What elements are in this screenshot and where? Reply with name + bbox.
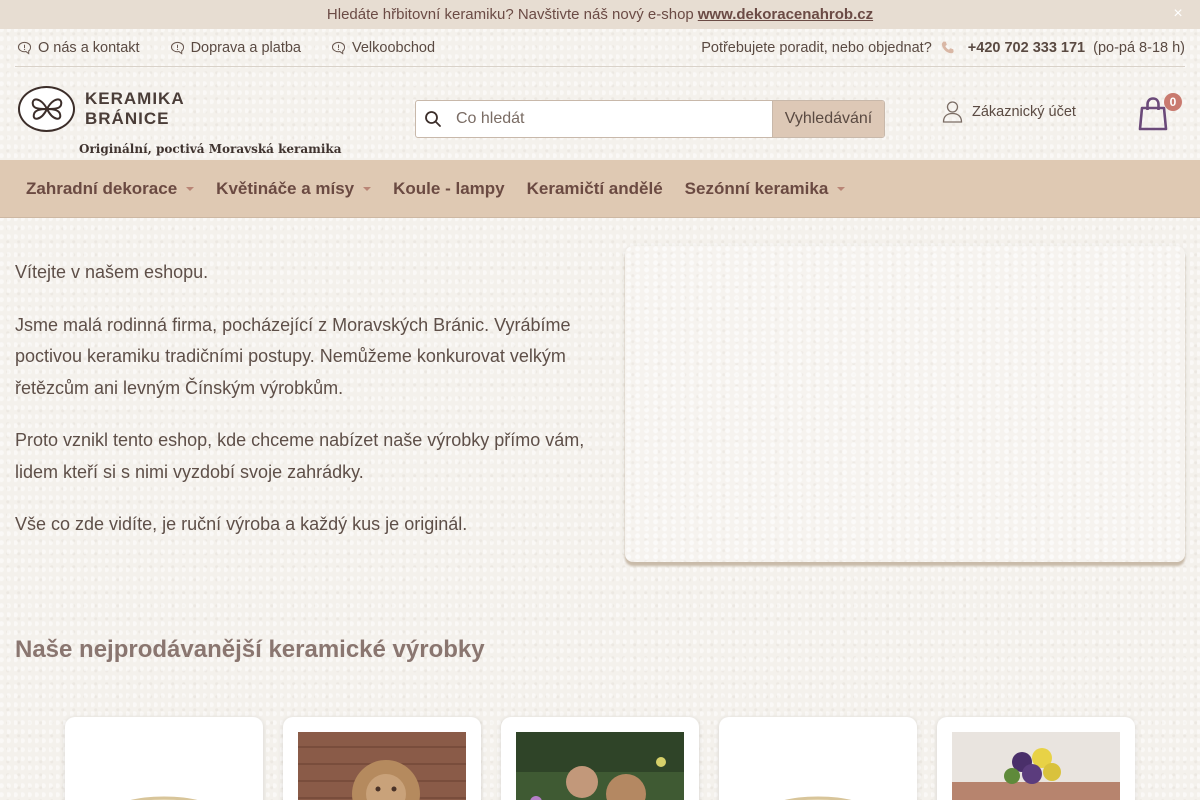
caret-down-icon xyxy=(837,186,846,191)
top-link-wholesale[interactable]: Velkoobchod xyxy=(331,40,435,56)
search-icon xyxy=(416,101,450,137)
speech-bubble-icon xyxy=(170,41,184,55)
nav-item-label: Sezónní keramika xyxy=(684,178,829,198)
logo-wordmark: KERAMIKA BRÁNICE xyxy=(85,89,185,129)
intro-paragraph: Proto vznikl tento eshop, kde chceme nab… xyxy=(15,430,585,482)
close-icon[interactable]: × xyxy=(1170,5,1186,23)
search-bar: Vyhledávání xyxy=(415,100,885,138)
caret-down-icon xyxy=(363,186,372,191)
top-link-about[interactable]: O nás a kontakt xyxy=(17,40,140,56)
nav-item-seasonal[interactable]: Sezónní keramika xyxy=(685,179,846,199)
top-info-bar: O nás a kontakt Doprava a platba Velkoob… xyxy=(15,29,1185,67)
product-card[interactable] xyxy=(501,717,699,800)
promo-text: Hledáte hřbitovní keramiku? Navštivte ná… xyxy=(326,6,694,23)
hero-banner xyxy=(625,246,1185,562)
main-navigation: Zahradní dekorace Květináče a mísy Koule… xyxy=(0,160,1200,218)
intro-paragraph: Vše co zde vidíte, je ruční výroba a kaž… xyxy=(15,514,468,534)
product-image xyxy=(516,732,684,800)
butterfly-logo-icon xyxy=(18,86,75,132)
speech-bubble-icon xyxy=(331,41,346,55)
top-link-shipping[interactable]: Doprava a platba xyxy=(170,40,301,56)
intro-paragraph: Jsme malá rodinná firma, pocházející z M… xyxy=(15,314,571,398)
bestsellers-title: Naše nejprodávanější keramické výrobky xyxy=(15,636,485,663)
nav-item-lamps[interactable]: Koule - lampy xyxy=(393,179,504,199)
cart-button[interactable]: 0 xyxy=(1137,93,1183,132)
promo-link[interactable]: www.dekoracenahrob.cz xyxy=(698,6,873,23)
cart-count-badge: 0 xyxy=(1164,93,1182,111)
customer-account-link[interactable]: Zákaznický účet xyxy=(942,100,1076,123)
product-list xyxy=(65,717,1135,800)
product-image xyxy=(952,732,1120,800)
site-logo[interactable]: KERAMIKA BRÁNICE xyxy=(18,86,185,132)
intro-paragraph: Vítejte v našem eshopu. xyxy=(15,262,209,282)
product-image xyxy=(734,732,902,800)
nav-item-garden-decorations[interactable]: Zahradní dekorace xyxy=(26,178,195,199)
caret-down-icon xyxy=(186,186,195,191)
logo-line-2: BRÁNICE xyxy=(85,109,170,128)
nav-item-label: Koule - lampy xyxy=(393,178,505,198)
nav-item-flowerpots[interactable]: Květináče a mísy xyxy=(216,178,372,199)
product-card[interactable] xyxy=(65,717,263,800)
nav-item-label: Květináče a mísy xyxy=(216,178,355,198)
promo-bar: Hledáte hřbitovní keramiku? Navštivte ná… xyxy=(0,0,1200,29)
product-card[interactable] xyxy=(283,717,481,800)
help-text: Potřebujete poradit, nebo objednat? xyxy=(701,39,932,56)
intro-text: Vítejte v našem eshopu. Jsme malá rodinn… xyxy=(15,257,585,562)
product-card[interactable] xyxy=(937,717,1135,800)
product-image xyxy=(298,732,466,800)
nav-item-label: Zahradní dekorace xyxy=(26,178,178,198)
account-label: Zákaznický účet xyxy=(972,103,1076,120)
search-input[interactable] xyxy=(450,101,772,137)
top-links: O nás a kontakt Doprava a platba Velkoob… xyxy=(15,40,435,56)
top-link-label: O nás a kontakt xyxy=(38,39,140,56)
nav-item-angels[interactable]: Keramičtí andělé xyxy=(527,179,663,199)
top-link-label: Doprava a platba xyxy=(190,39,301,56)
logo-line-1: KERAMIKA xyxy=(85,89,185,108)
product-card[interactable] xyxy=(719,717,917,800)
phone-icon xyxy=(941,41,954,53)
speech-bubble-icon xyxy=(17,41,32,55)
user-icon xyxy=(942,101,963,123)
office-hours: (po-pá 8-18 h) xyxy=(1093,39,1185,56)
nav-item-label: Keramičtí andělé xyxy=(526,178,663,198)
product-image xyxy=(80,732,248,800)
phone-link[interactable]: +420 702 333 171 xyxy=(968,40,1085,56)
search-button[interactable]: Vyhledávání xyxy=(772,101,884,137)
contact-info: Potřebujete poradit, nebo objednat? +420… xyxy=(701,40,1185,56)
top-link-label: Velkoobchod xyxy=(352,39,436,56)
